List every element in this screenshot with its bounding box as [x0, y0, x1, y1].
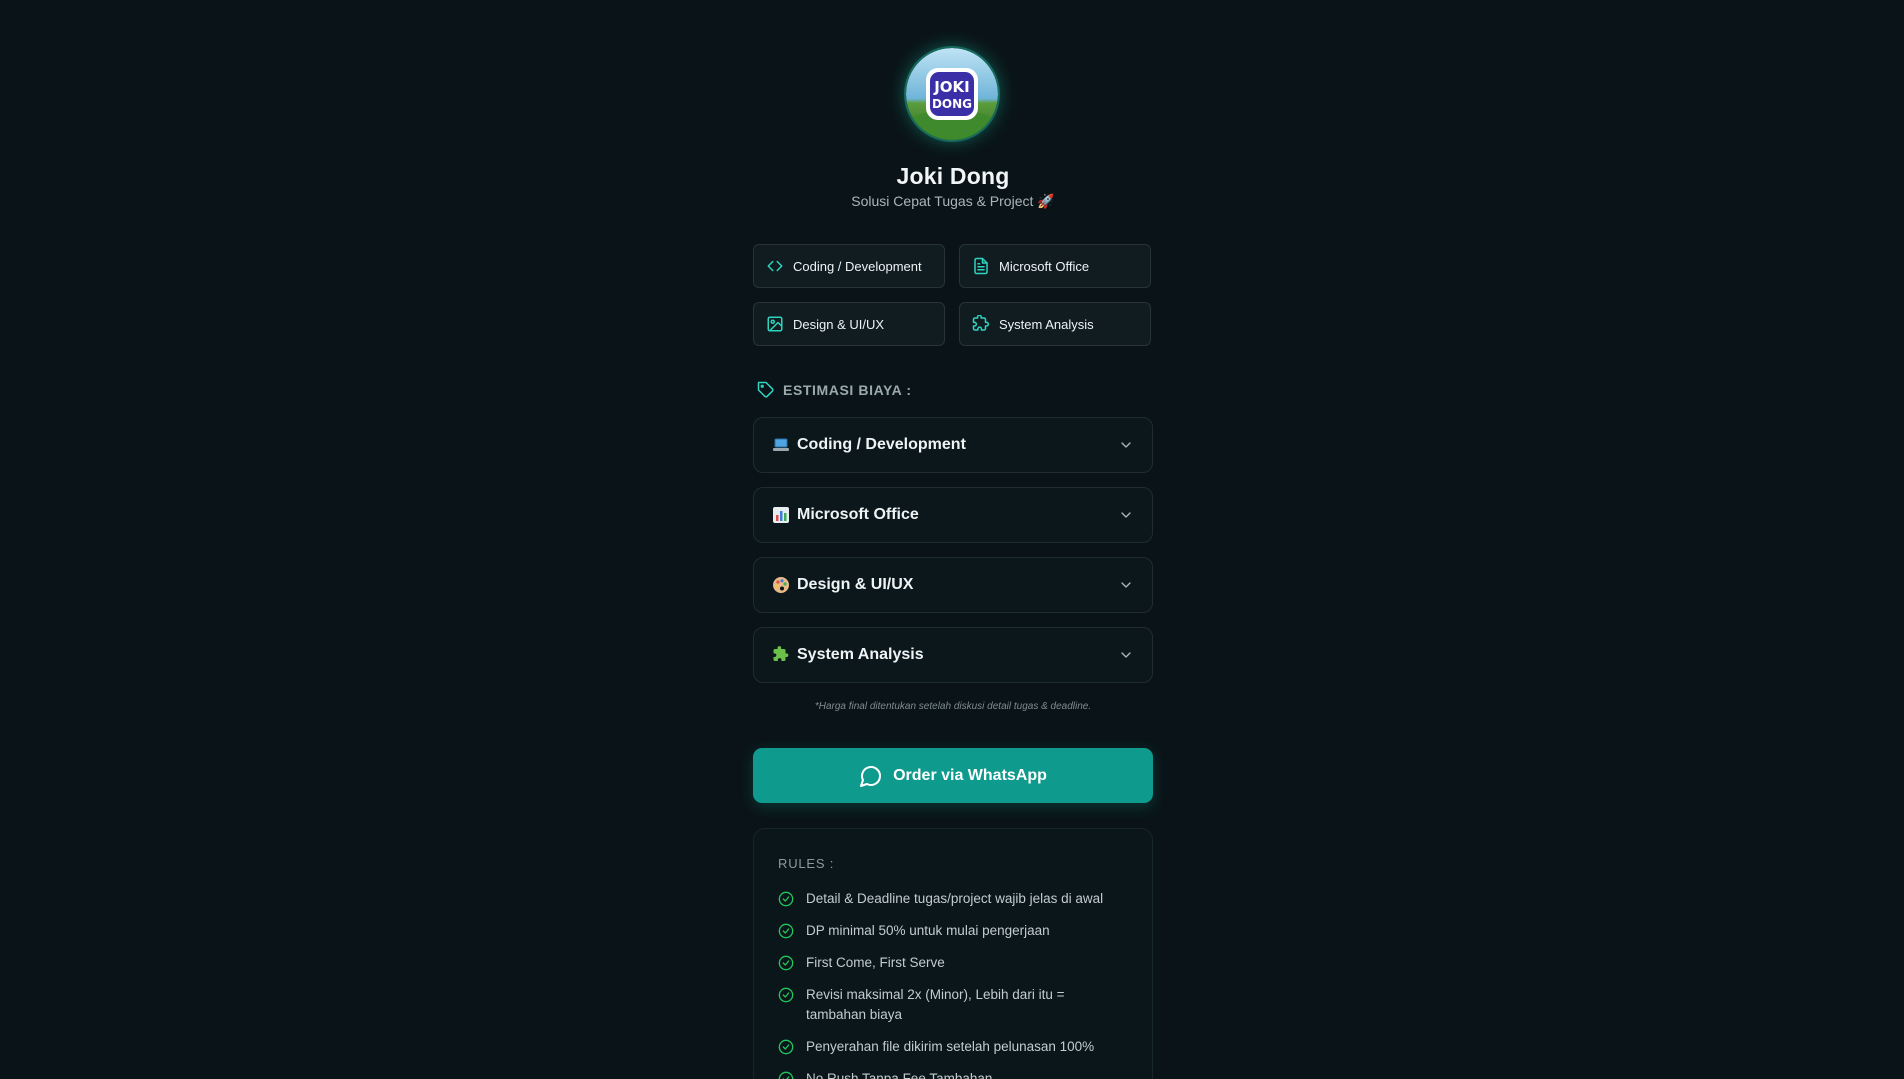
- accordion-system-analysis[interactable]: System Analysis: [753, 627, 1153, 683]
- check-circle-icon: [778, 987, 794, 1003]
- service-chip-label: Microsoft Office: [999, 258, 1090, 274]
- chevron-down-icon: [1118, 507, 1134, 523]
- svg-text:DONG: DONG: [932, 97, 972, 111]
- rule-item: Detail & Deadline tugas/project wajib je…: [778, 889, 1128, 909]
- rule-item: DP minimal 50% untuk mulai pengerjaan: [778, 921, 1128, 941]
- check-circle-icon: [778, 1071, 794, 1079]
- check-circle-icon: [778, 1039, 794, 1055]
- chevron-down-icon: [1118, 647, 1134, 663]
- rule-text: No Rush Tanpa Fee Tambahan: [806, 1071, 993, 1079]
- accordion-label: Microsoft Office: [797, 506, 919, 523]
- check-circle-icon: [778, 923, 794, 939]
- price-note: *Harga final ditentukan setelah diskusi …: [814, 701, 1092, 712]
- accordion-label: Coding / Development: [797, 436, 966, 453]
- palette-icon: [772, 576, 790, 594]
- page-title: Joki Dong: [896, 163, 1010, 189]
- code-icon: [766, 257, 784, 275]
- accordion-office[interactable]: Microsoft Office: [753, 487, 1153, 543]
- rules-card: RULES : Detail & Deadline tugas/project …: [753, 828, 1153, 1079]
- service-chip-system-analysis[interactable]: System Analysis: [959, 302, 1151, 346]
- rule-text: Revisi maksimal 2x (Minor), Lebih dari i…: [806, 987, 1065, 1022]
- rule-item: Revisi maksimal 2x (Minor), Lebih dari i…: [778, 985, 1128, 1025]
- puzzle-icon: [972, 315, 990, 333]
- rule-text: Penyerahan file dikirim setelah pelunasa…: [806, 1039, 1095, 1054]
- rule-text: DP minimal 50% untuk mulai pengerjaan: [806, 923, 1050, 938]
- tag-icon: [757, 381, 775, 399]
- rules-title: RULES :: [778, 856, 835, 871]
- accordion-label: System Analysis: [797, 646, 924, 663]
- service-chip-label: Coding / Development: [793, 258, 922, 274]
- avatar: JOKI DONG: [906, 48, 998, 140]
- estimate-header-label: ESTIMASI BIAYA :: [783, 382, 912, 398]
- rule-item: First Come, First Serve: [778, 953, 1128, 973]
- check-circle-icon: [778, 891, 794, 907]
- estimate-header: ESTIMASI BIAYA :: [757, 381, 912, 399]
- document-icon: [972, 257, 990, 275]
- service-chip-design[interactable]: Design & UI/UX: [753, 302, 945, 346]
- chevron-down-icon: [1118, 437, 1134, 453]
- tagline: Solusi Cepat Tugas & Project 🚀: [851, 193, 1055, 209]
- chat-bubble-icon: [859, 764, 883, 788]
- puzzle-icon: [772, 646, 790, 664]
- rule-item: Penyerahan file dikirim setelah pelunasa…: [778, 1037, 1128, 1057]
- laptop-icon: [772, 436, 790, 454]
- accordion-label: Design & UI/UX: [797, 576, 914, 593]
- chevron-down-icon: [1118, 577, 1134, 593]
- order-button-label: Order via WhatsApp: [893, 766, 1047, 784]
- order-whatsapp-button[interactable]: Order via WhatsApp: [753, 748, 1153, 803]
- page: JOKI DONG Joki Dong Solusi Cepat Tugas &…: [0, 0, 1904, 1079]
- accordion-coding[interactable]: Coding / Development: [753, 417, 1153, 473]
- rule-text: First Come, First Serve: [806, 955, 945, 970]
- bar-chart-icon: [772, 506, 790, 524]
- accordion-design[interactable]: Design & UI/UX: [753, 557, 1153, 613]
- check-circle-icon: [778, 955, 794, 971]
- rule-item: No Rush Tanpa Fee Tambahan: [778, 1069, 1128, 1079]
- avatar-logo: JOKI DONG: [906, 48, 998, 140]
- rule-text: Detail & Deadline tugas/project wajib je…: [806, 891, 1104, 906]
- service-chip-label: System Analysis: [999, 316, 1094, 332]
- service-chip-label: Design & UI/UX: [793, 316, 885, 332]
- service-chip-coding[interactable]: Coding / Development: [753, 244, 945, 288]
- svg-text:JOKI: JOKI: [933, 78, 970, 96]
- service-chip-office[interactable]: Microsoft Office: [959, 244, 1151, 288]
- image-icon: [766, 315, 784, 333]
